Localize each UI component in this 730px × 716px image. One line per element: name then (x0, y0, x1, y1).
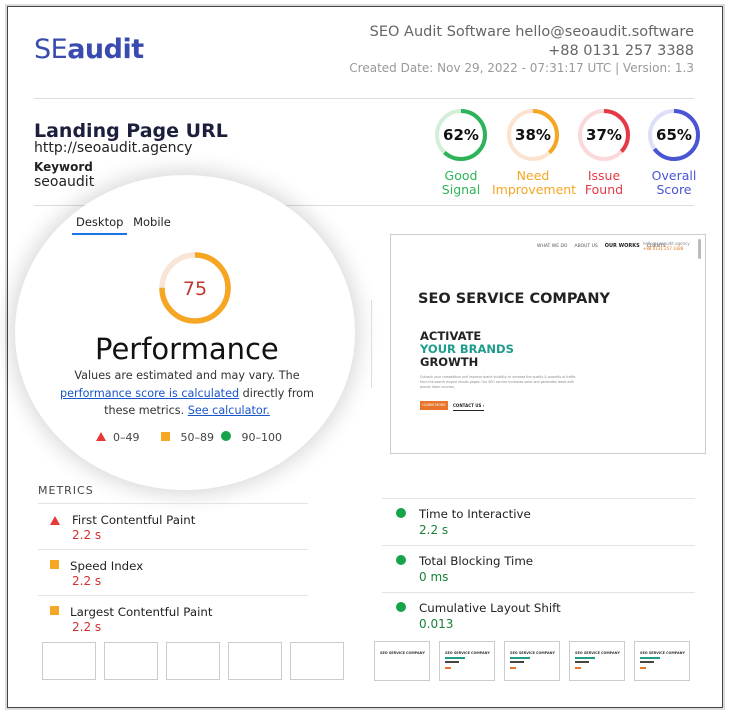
filmstrip-frame-empty (42, 642, 96, 680)
circle-icon (221, 431, 231, 441)
metric-row: Cumulative Layout Shift 0.013 (382, 592, 695, 639)
score-ring: 38% (507, 109, 559, 161)
square-icon (50, 606, 59, 615)
preview-headline: SEO SERVICE COMPANY (418, 291, 610, 307)
tab-mobile[interactable]: Mobile (131, 215, 175, 233)
vertical-divider (371, 300, 372, 388)
device-tabs: Desktop Mobile (72, 215, 175, 235)
filmstrip-frame-empty (290, 642, 344, 680)
svg-text:65%: 65% (656, 126, 692, 144)
metric-row: First Contentful Paint 2.2 s (38, 503, 308, 550)
keyword-value: seoaudit (34, 174, 95, 190)
legend-fail: 0–49 (96, 431, 140, 444)
preview-contact: hello@seoaudit.agency +88 0131 257 3388 (643, 241, 690, 251)
svg-text:62%: 62% (443, 126, 479, 144)
svg-text:38%: 38% (515, 126, 551, 144)
performance-score: 75 (183, 278, 207, 300)
seoaudit-logo[interactable]: SEaudit (34, 34, 144, 65)
filmstrip-frame-empty (166, 642, 220, 680)
filmstrip-frame: SEO SERVICE COMPANY (439, 641, 495, 681)
circle-icon (396, 508, 406, 518)
score-need-improvement: 38% Need Improvement (492, 107, 576, 197)
triangle-icon (96, 432, 106, 441)
performance-description: Values are estimated and may vary. The p… (60, 369, 314, 417)
filmstrip-frame-empty (228, 642, 282, 680)
square-icon (161, 432, 170, 441)
preview-tagline: ACTIVATE YOUR BRANDS GROWTH (420, 329, 514, 369)
performance-score-link[interactable]: performance score is calculated (60, 387, 239, 400)
score-issue-found: 37% Issue Found (576, 107, 632, 197)
filmstrip-frame: SEO SERVICE COMPANY (569, 641, 625, 681)
landing-page-url[interactable]: http://seoaudit.agency (34, 140, 192, 156)
circle-icon (396, 555, 406, 565)
filmstrip-frame-empty (104, 642, 158, 680)
legend-average: 50–89 (161, 431, 214, 444)
performance-gauge: 75 (159, 252, 231, 324)
landing-page-title: Landing Page URL (34, 120, 228, 142)
score-overall: 65% Overall Score (646, 107, 702, 197)
performance-title: Performance (95, 332, 279, 366)
tab-desktop[interactable]: Desktop (72, 215, 128, 235)
score-ring: 65% (648, 109, 700, 161)
metric-row: Largest Contentful Paint 2.2 s (38, 595, 308, 642)
report-meta: Created Date: Nov 29, 2022 - 07:31:17 UT… (349, 61, 694, 75)
score-good-signal: 62% Good Signal (433, 107, 489, 197)
score-ring: 37% (578, 109, 630, 161)
contact-email[interactable]: hello@seoaudit.software (515, 24, 694, 40)
website-screenshot-preview: WHAT WE DO ABOUT US OUR WORKS CLIENTS hello… (390, 234, 706, 454)
score-ring: 62% (435, 109, 487, 161)
metric-row: Time to Interactive 2.2 s (382, 498, 695, 545)
preview-learn-more-button: LEARN MORE (420, 401, 448, 410)
keyword-label: Keyword (34, 160, 93, 174)
preview-body-text: Outrank your competitive and improve bra… (420, 375, 576, 389)
divider (34, 98, 694, 99)
company-and-email: SEO Audit Software hello@seoaudit.softwa… (369, 24, 694, 40)
svg-text:37%: 37% (586, 126, 622, 144)
see-calculator-link[interactable]: See calculator. (188, 404, 270, 417)
preview-scrollbar (698, 239, 701, 259)
square-icon (50, 560, 59, 569)
filmstrip-frame: SEO SERVICE COMPANY (504, 641, 560, 681)
metrics-heading: METRICS (38, 484, 94, 497)
filmstrip-frame: SEO SERVICE COMPANY (374, 641, 430, 681)
contact-phone: +88 0131 257 3388 (548, 43, 694, 59)
metric-row: Speed Index 2.2 s (38, 549, 308, 596)
metric-row: Total Blocking Time 0 ms (382, 545, 695, 592)
legend-pass: 90–100 (221, 431, 282, 444)
preview-contact-button: CONTACT US › (453, 401, 485, 411)
filmstrip-frame: SEO SERVICE COMPANY (634, 641, 690, 681)
circle-icon (396, 602, 406, 612)
triangle-icon (50, 516, 60, 525)
